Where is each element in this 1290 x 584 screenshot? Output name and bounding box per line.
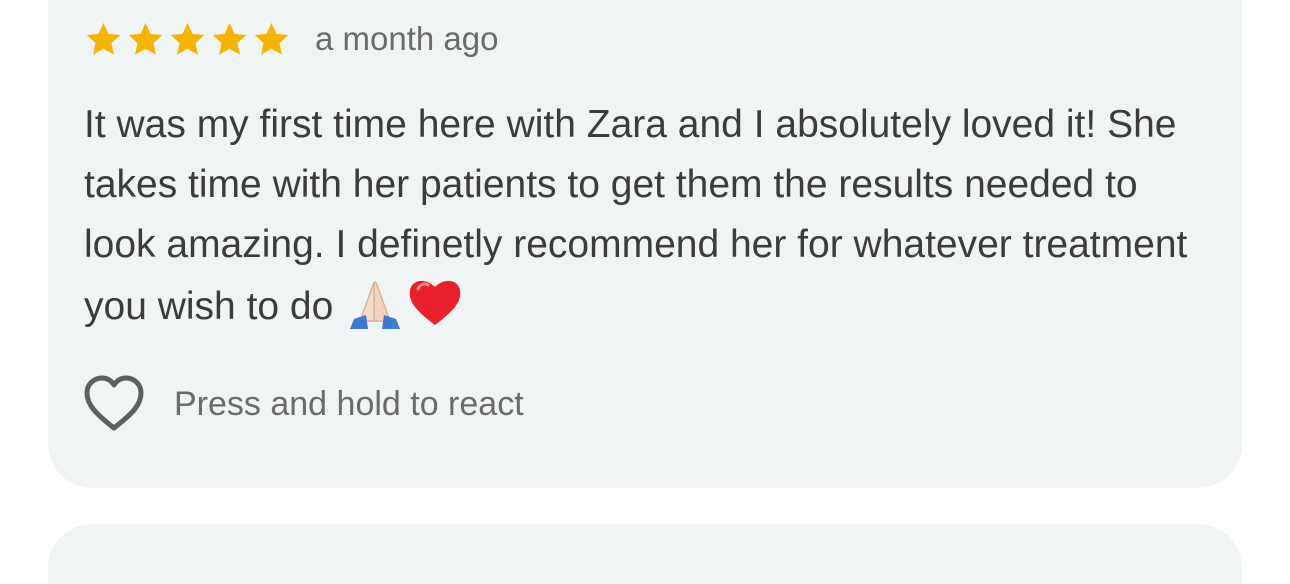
star-icon [254,22,289,55]
review-date: a month ago [315,20,499,57]
red-heart-emoji [406,275,464,347]
review-text: It was my first time here with Zara and … [84,103,1188,328]
review-body: It was my first time here with Zara and … [84,95,1214,347]
react-label: Press and hold to react [174,384,524,423]
folded-hands-emoji [346,275,404,347]
heart-outline-icon[interactable] [82,374,146,434]
next-review-card [48,524,1242,584]
react-button[interactable]: Press and hold to react [82,374,524,434]
star-icon [128,22,163,55]
rating-row: a month ago [84,18,498,60]
star-rating [84,20,291,59]
star-icon [212,22,247,55]
star-icon [86,22,121,55]
star-icon [170,22,205,55]
